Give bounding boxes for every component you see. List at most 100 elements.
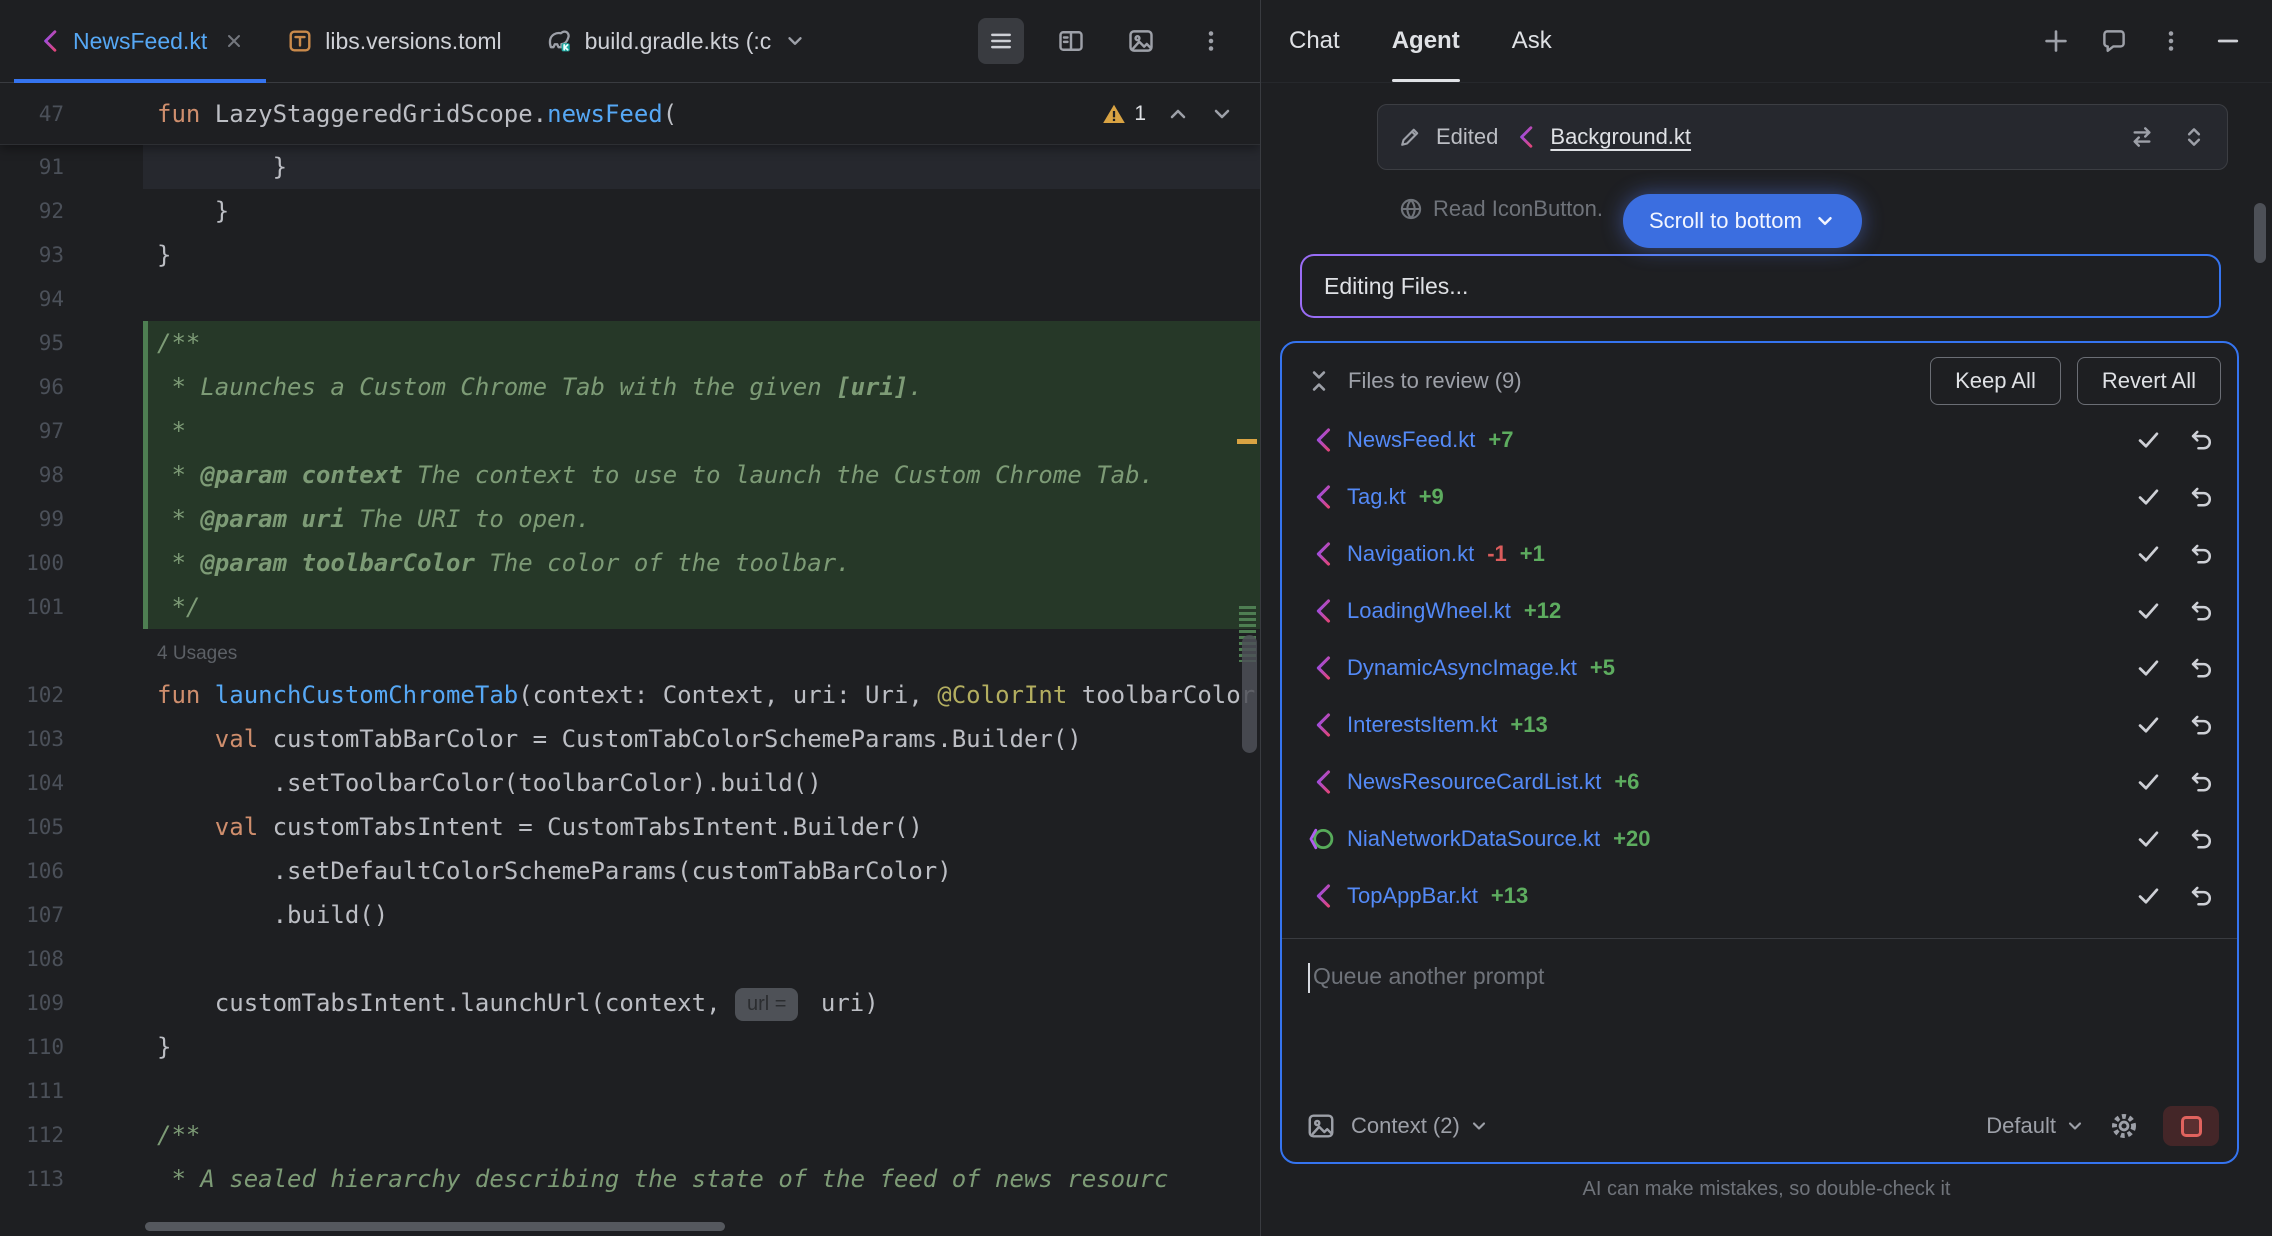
code-line[interactable]: 102fun launchCustomChromeTab(context: Co… <box>0 673 1260 717</box>
tab-newsfeed-kt[interactable]: NewsFeed.kt <box>14 0 266 82</box>
new-chat-icon[interactable] <box>2042 27 2070 55</box>
usages-inlay-hint[interactable]: 4 Usages <box>157 643 237 664</box>
stop-button[interactable] <box>2163 1106 2219 1146</box>
close-icon[interactable] <box>224 31 244 51</box>
revert-file-button[interactable] <box>2188 825 2215 852</box>
expand-icon[interactable] <box>2181 124 2207 150</box>
code-line[interactable]: 96 * Launches a Custom Chrome Tab with t… <box>0 365 1260 409</box>
attach-image-icon[interactable] <box>1306 1111 1336 1141</box>
chat-scrollbar[interactable] <box>2254 203 2266 263</box>
vertical-scrollbar[interactable] <box>1242 635 1257 753</box>
code-editor[interactable]: 47 fun LazyStaggeredGridScope.newsFeed( … <box>0 83 1260 1236</box>
collapse-icon[interactable] <box>1306 368 1332 394</box>
code-line[interactable]: 4 Usages <box>0 629 1260 673</box>
file-link[interactable]: TopAppBar.kt <box>1347 883 1478 909</box>
revert-file-button[interactable] <box>2188 768 2215 795</box>
file-link[interactable]: Navigation.kt <box>1347 541 1474 567</box>
scroll-to-bottom-button[interactable]: Scroll to bottom <box>1623 194 1862 248</box>
revert-file-button[interactable] <box>2188 711 2215 738</box>
file-review-row[interactable]: Tag.kt+9 <box>1282 468 2237 525</box>
code-line[interactable]: 106 .setDefaultColorSchemeParams(customT… <box>0 849 1260 893</box>
revert-file-button[interactable] <box>2188 483 2215 510</box>
edited-file-link[interactable]: Background.kt <box>1550 124 1691 150</box>
hide-panel-icon[interactable] <box>2214 27 2242 55</box>
image-icon[interactable] <box>1118 18 1164 64</box>
code-line[interactable]: 93} <box>0 233 1260 277</box>
revert-file-button[interactable] <box>2188 882 2215 909</box>
parameter-hint-chip: url = <box>735 988 798 1021</box>
tab-ask[interactable]: Ask <box>1512 0 1552 82</box>
file-link[interactable]: NiaNetworkDataSource.kt <box>1347 826 1600 852</box>
code-line[interactable]: 98 * @param context The context to use t… <box>0 453 1260 497</box>
revert-file-button[interactable] <box>2188 540 2215 567</box>
revert-file-button[interactable] <box>2188 597 2215 624</box>
keep-file-button[interactable] <box>2135 540 2162 567</box>
code-line[interactable]: 97 * <box>0 409 1260 453</box>
prev-problem-icon[interactable] <box>1166 102 1190 126</box>
horizontal-scrollbar[interactable] <box>145 1222 725 1231</box>
code-line[interactable]: 111 <box>0 1069 1260 1113</box>
code-line[interactable]: 101 */ <box>0 585 1260 629</box>
file-review-row[interactable]: DynamicAsyncImage.kt+5 <box>1282 639 2237 696</box>
revert-file-button[interactable] <box>2188 654 2215 681</box>
file-link[interactable]: NewsFeed.kt <box>1347 427 1475 453</box>
code-line[interactable]: 104 .setToolbarColor(toolbarColor).build… <box>0 761 1260 805</box>
keep-file-button[interactable] <box>2135 426 2162 453</box>
file-review-row[interactable]: NewsResourceCardList.kt+6 <box>1282 753 2237 810</box>
show-diff-icon[interactable] <box>2129 124 2155 150</box>
file-review-row[interactable]: TopAppBar.kt+13 <box>1282 867 2237 924</box>
code-line[interactable]: 92 } <box>0 189 1260 233</box>
code-line[interactable]: 112/** <box>0 1113 1260 1157</box>
code-line[interactable]: 109 customTabsIntent.launchUrl(context, … <box>0 981 1260 1025</box>
code-line[interactable]: 100 * @param toolbarColor The color of t… <box>0 541 1260 585</box>
file-review-row[interactable]: LoadingWheel.kt+12 <box>1282 582 2237 639</box>
file-review-row[interactable]: InterestsItem.kt+13 <box>1282 696 2237 753</box>
tab-chat[interactable]: Chat <box>1289 0 1340 82</box>
file-link[interactable]: InterestsItem.kt <box>1347 712 1497 738</box>
code-line[interactable]: 95/** <box>0 321 1260 365</box>
settings-gear-icon[interactable] <box>2109 1111 2139 1141</box>
keep-file-button[interactable] <box>2135 483 2162 510</box>
next-problem-icon[interactable] <box>1210 102 1234 126</box>
tab-libs-versions-toml[interactable]: libs.versions.toml <box>266 0 523 82</box>
file-link[interactable]: DynamicAsyncImage.kt <box>1347 655 1577 681</box>
revert-file-button[interactable] <box>2188 426 2215 453</box>
keep-all-button[interactable]: Keep All <box>1930 357 2061 405</box>
split-editor-icon[interactable] <box>1048 18 1094 64</box>
tab-build-gradle-kts[interactable]: build.gradle.kts (:c <box>524 0 829 82</box>
file-review-row[interactable]: NewsFeed.kt+7 <box>1282 411 2237 468</box>
keep-file-button[interactable] <box>2135 768 2162 795</box>
keep-file-button[interactable] <box>2135 882 2162 909</box>
file-review-row[interactable]: Navigation.kt-1+1 <box>1282 525 2237 582</box>
revert-all-button[interactable]: Revert All <box>2077 357 2221 405</box>
keep-file-button[interactable] <box>2135 654 2162 681</box>
keep-file-button[interactable] <box>2135 711 2162 738</box>
code-line[interactable]: 113 * A sealed hierarchy describing the … <box>0 1157 1260 1201</box>
prompt-input[interactable]: Queue another prompt <box>1282 938 2237 1106</box>
code-line[interactable]: 108 <box>0 937 1260 981</box>
code-line[interactable]: 110} <box>0 1025 1260 1069</box>
edited-file-card[interactable]: Edited Background.kt <box>1377 104 2228 170</box>
file-review-row[interactable]: NiaNetworkDataSource.kt+20 <box>1282 810 2237 867</box>
code-line[interactable]: 105 val customTabsIntent = CustomTabsInt… <box>0 805 1260 849</box>
context-selector[interactable]: Context (2) <box>1351 1113 1489 1139</box>
model-selector[interactable]: Default <box>1986 1113 2085 1139</box>
keep-file-button[interactable] <box>2135 825 2162 852</box>
more-vertical-icon[interactable] <box>1188 18 1234 64</box>
code-line[interactable]: 99 * @param uri The URI to open. <box>0 497 1260 541</box>
code-line[interactable]: 91 } <box>0 145 1260 189</box>
warning-badge[interactable]: 1 <box>1102 102 1146 126</box>
chat-history-icon[interactable] <box>2100 27 2128 55</box>
file-link[interactable]: Tag.kt <box>1347 484 1406 510</box>
sticky-context-line[interactable]: 47 fun LazyStaggeredGridScope.newsFeed( … <box>0 83 1260 145</box>
code-line[interactable]: 94 <box>0 277 1260 321</box>
file-link[interactable]: LoadingWheel.kt <box>1347 598 1511 624</box>
code-line[interactable]: 107 .build() <box>0 893 1260 937</box>
tab-agent[interactable]: Agent <box>1392 0 1460 82</box>
code-line[interactable]: 103 val customTabBarColor = CustomTabCol… <box>0 717 1260 761</box>
more-vertical-icon[interactable] <box>2158 28 2184 54</box>
keep-file-button[interactable] <box>2135 597 2162 624</box>
chevron-down-icon[interactable] <box>784 30 806 52</box>
list-view-icon[interactable] <box>978 18 1024 64</box>
file-link[interactable]: NewsResourceCardList.kt <box>1347 769 1601 795</box>
